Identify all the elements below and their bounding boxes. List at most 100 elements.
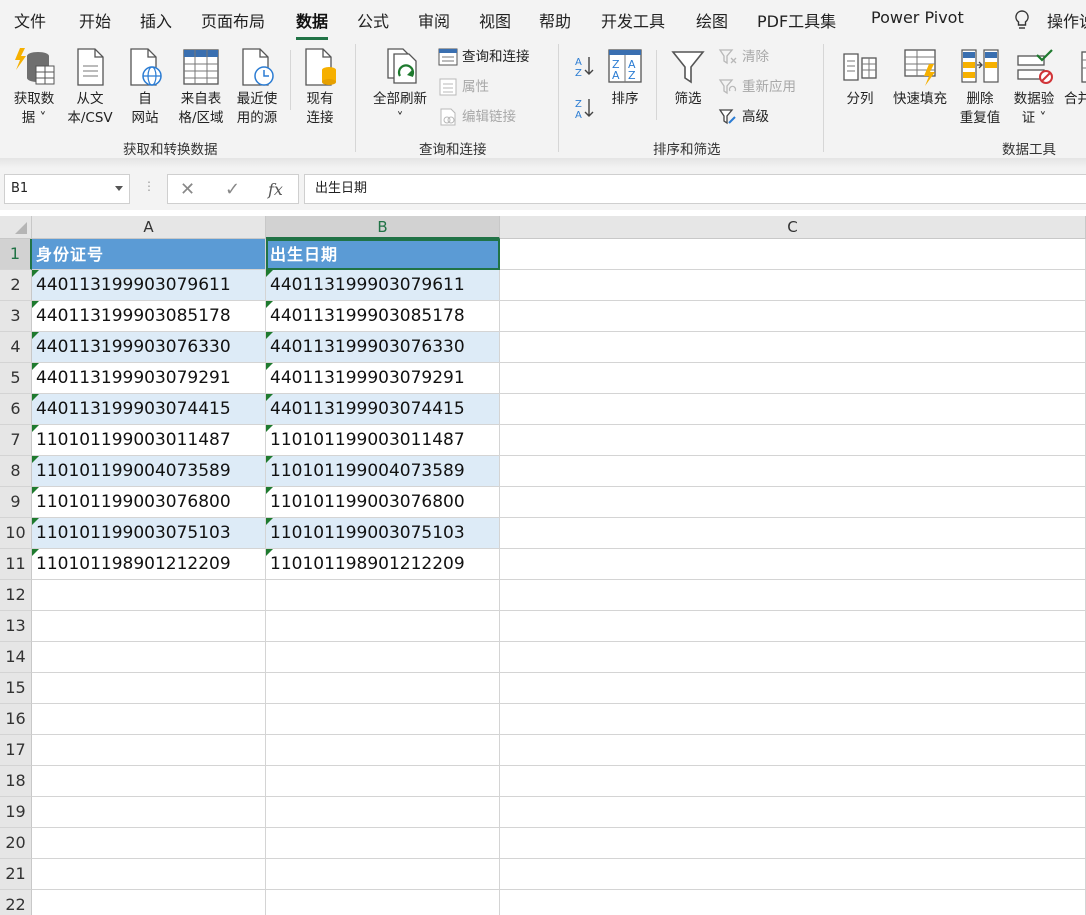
sort-za-icon[interactable]: Z A	[573, 96, 595, 120]
empty-cell[interactable]	[266, 611, 500, 642]
row-header[interactable]: 4	[0, 332, 32, 363]
refresh-all-button[interactable]: 全部刷新 ˅	[368, 46, 432, 128]
empty-cell[interactable]	[32, 859, 266, 890]
empty-cell[interactable]	[500, 580, 1086, 611]
tab-data[interactable]: 数据	[296, 8, 329, 40]
empty-cell[interactable]	[500, 890, 1086, 915]
row-header[interactable]: 1	[0, 239, 32, 270]
row-header[interactable]: 8	[0, 456, 32, 487]
row-header[interactable]: 3	[0, 301, 32, 332]
header-cell[interactable]: 身份证号	[32, 239, 266, 270]
from-table-range-button[interactable]: 来自表 格/区域	[174, 46, 228, 128]
tab-tell-me[interactable]: 操作说	[1047, 8, 1086, 32]
existing-connections-button[interactable]: 现有 连接	[297, 46, 343, 128]
row-header[interactable]: 5	[0, 363, 32, 394]
chevron-down-icon[interactable]	[115, 186, 123, 191]
empty-cell[interactable]	[266, 673, 500, 704]
row-header[interactable]: 21	[0, 859, 32, 890]
empty-cell[interactable]	[500, 363, 1086, 394]
empty-cell[interactable]	[32, 611, 266, 642]
empty-cell[interactable]	[500, 425, 1086, 456]
column-header-a[interactable]: A	[32, 216, 266, 239]
recent-sources-button[interactable]: 最近使 用的源	[231, 46, 283, 128]
empty-cell[interactable]	[500, 301, 1086, 332]
formula-input[interactable]: 出生日期	[304, 174, 1086, 204]
empty-cell[interactable]	[500, 270, 1086, 301]
empty-cell[interactable]	[500, 828, 1086, 859]
data-validation-button[interactable]: 数据验 证 ˅	[1008, 46, 1060, 128]
id-number-cell[interactable]: 110101199004073589	[32, 456, 266, 487]
birth-date-cell[interactable]: 440113199903079291	[266, 363, 500, 394]
id-number-cell[interactable]: 440113199903074415	[32, 394, 266, 425]
tab-home[interactable]: 开始	[79, 8, 111, 32]
tab-formulas[interactable]: 公式	[357, 8, 389, 32]
row-header[interactable]: 15	[0, 673, 32, 704]
empty-cell[interactable]	[500, 704, 1086, 735]
empty-cell[interactable]	[266, 735, 500, 766]
sort-az-icon[interactable]: A Z	[573, 54, 595, 78]
flash-fill-button[interactable]: 快速填充	[888, 46, 952, 109]
row-header[interactable]: 10	[0, 518, 32, 549]
column-header-c[interactable]: C	[500, 216, 1086, 239]
birth-date-cell[interactable]: 440113199903076330	[266, 332, 500, 363]
tab-developer[interactable]: 开发工具	[601, 8, 665, 32]
empty-cell[interactable]	[500, 518, 1086, 549]
empty-cell[interactable]	[32, 704, 266, 735]
empty-cell[interactable]	[266, 859, 500, 890]
tab-page-layout[interactable]: 页面布局	[201, 8, 265, 32]
empty-cell[interactable]	[32, 828, 266, 859]
empty-cell[interactable]	[500, 859, 1086, 890]
empty-cell[interactable]	[500, 394, 1086, 425]
id-number-cell[interactable]: 110101199003011487	[32, 425, 266, 456]
from-web-button[interactable]: 自 网站	[120, 46, 170, 128]
text-to-columns-button[interactable]: 分列	[838, 46, 882, 109]
birth-date-cell[interactable]: 440113199903085178	[266, 301, 500, 332]
row-header[interactable]: 22	[0, 890, 32, 915]
empty-cell[interactable]	[266, 766, 500, 797]
id-number-cell[interactable]: 440113199903076330	[32, 332, 266, 363]
column-header-b[interactable]: B	[266, 216, 500, 239]
empty-cell[interactable]	[32, 890, 266, 915]
empty-cell[interactable]	[266, 642, 500, 673]
row-header[interactable]: 16	[0, 704, 32, 735]
row-header[interactable]: 18	[0, 766, 32, 797]
row-header[interactable]: 19	[0, 797, 32, 828]
row-header[interactable]: 13	[0, 611, 32, 642]
id-number-cell[interactable]: 440113199903079291	[32, 363, 266, 394]
name-box[interactable]: B1	[4, 174, 130, 204]
lightbulb-icon[interactable]	[1013, 9, 1031, 31]
filter-button[interactable]: 筛选	[664, 46, 712, 109]
id-number-cell[interactable]: 440113199903085178	[32, 301, 266, 332]
empty-cell[interactable]	[500, 735, 1086, 766]
insert-function-icon[interactable]: fx	[268, 180, 283, 199]
row-header[interactable]: 7	[0, 425, 32, 456]
birth-date-cell[interactable]: 110101199004073589	[266, 456, 500, 487]
empty-cell[interactable]	[266, 580, 500, 611]
empty-cell[interactable]	[32, 797, 266, 828]
row-header[interactable]: 20	[0, 828, 32, 859]
row-header[interactable]: 11	[0, 549, 32, 580]
birth-date-cell[interactable]: 110101199003075103	[266, 518, 500, 549]
empty-cell[interactable]	[500, 611, 1086, 642]
birth-date-cell[interactable]: 110101199003011487	[266, 425, 500, 456]
row-header[interactable]: 14	[0, 642, 32, 673]
birth-date-cell[interactable]: 110101199003076800	[266, 487, 500, 518]
cancel-icon[interactable]: ✕	[180, 179, 195, 200]
empty-cell[interactable]	[500, 332, 1086, 363]
birth-date-cell[interactable]: 440113199903079611	[266, 270, 500, 301]
id-number-cell[interactable]: 110101199003076800	[32, 487, 266, 518]
tab-pdf-tools[interactable]: PDF工具集	[757, 8, 836, 32]
empty-cell[interactable]	[266, 797, 500, 828]
empty-cell[interactable]	[32, 580, 266, 611]
tab-view[interactable]: 视图	[479, 8, 511, 32]
id-number-cell[interactable]: 110101199003075103	[32, 518, 266, 549]
header-cell[interactable]: 出生日期	[266, 239, 500, 270]
birth-date-cell[interactable]: 440113199903074415	[266, 394, 500, 425]
empty-cell[interactable]	[266, 828, 500, 859]
birth-date-cell[interactable]: 110101198901212209	[266, 549, 500, 580]
row-header[interactable]: 17	[0, 735, 32, 766]
row-header[interactable]: 6	[0, 394, 32, 425]
empty-cell[interactable]	[500, 549, 1086, 580]
id-number-cell[interactable]: 110101198901212209	[32, 549, 266, 580]
consolidate-button[interactable]: 合并	[1064, 46, 1086, 109]
